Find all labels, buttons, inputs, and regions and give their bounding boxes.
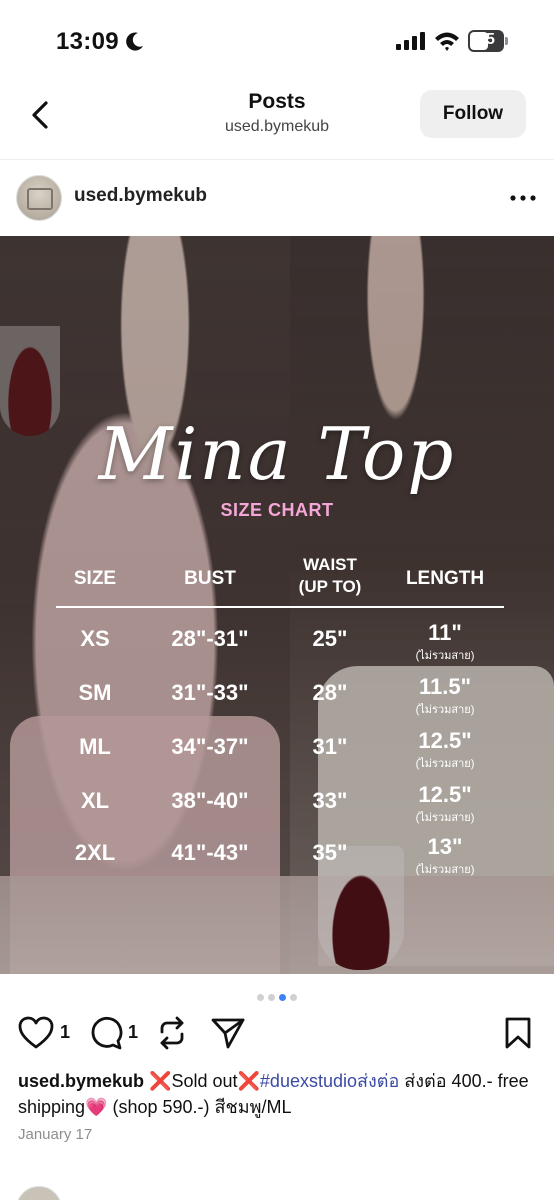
battery-icon: 55 xyxy=(468,30,508,52)
size-cell: SM xyxy=(78,680,112,705)
image-subtitle: SIZE CHART xyxy=(220,500,334,520)
next-post-avatar[interactable] xyxy=(16,1186,62,1200)
share-icon[interactable] xyxy=(210,1016,246,1050)
length-cell: 12.5" xyxy=(418,782,472,807)
post-date: January 17 xyxy=(18,1126,93,1143)
carousel-indicator xyxy=(0,988,554,1001)
carousel-dot-active[interactable] xyxy=(279,994,286,1001)
waist-cell: 28" xyxy=(312,680,348,705)
avatar[interactable] xyxy=(16,175,62,221)
length-note: (ไม่รวมสาย) xyxy=(415,864,475,876)
size-cell: XL xyxy=(80,788,110,813)
waist-cell: 33" xyxy=(312,788,348,813)
status-bar: 13:09 55 xyxy=(0,0,554,80)
moon-icon xyxy=(126,32,143,51)
size-cell: ML xyxy=(79,734,111,759)
header-size: SIZE xyxy=(73,568,117,589)
more-icon[interactable] xyxy=(508,188,538,208)
carousel-dot[interactable] xyxy=(290,994,297,1001)
bust-cell: 28"-31" xyxy=(171,626,249,651)
caption-text: ❌Sold out❌ xyxy=(144,1071,260,1091)
carousel-dot[interactable] xyxy=(268,994,275,1001)
repost-icon[interactable] xyxy=(154,1016,190,1050)
top-nav: Posts used.bymekub Follow xyxy=(0,80,554,160)
battery-level: 55 xyxy=(477,31,495,48)
length-cell: 12.5" xyxy=(418,728,472,753)
size-cell: 2XL xyxy=(74,840,116,865)
post-image[interactable]: Mina Top SIZE CHART SIZE BUST WAIST (UP … xyxy=(0,236,554,974)
follow-button[interactable]: Follow xyxy=(420,90,526,138)
image-title: Mina Top xyxy=(98,412,456,496)
size-cell: XS xyxy=(80,626,110,651)
length-note: (ไม่รวมสาย) xyxy=(415,812,475,824)
header-waist: WAIST (UP TO) xyxy=(298,555,362,596)
bust-cell: 41"-43" xyxy=(171,840,249,865)
heart-icon[interactable] xyxy=(18,1016,54,1050)
header-divider xyxy=(56,606,504,608)
bookmark-icon[interactable] xyxy=(502,1016,534,1050)
waist-cell: 31" xyxy=(312,734,348,759)
header-bust: BUST xyxy=(184,568,236,589)
signal-icon xyxy=(396,32,425,50)
post-caption: used.bymekub ❌Sold out❌#duexstudioส่งต่อ… xyxy=(18,1068,538,1120)
carousel-dot[interactable] xyxy=(257,994,264,1001)
likes-count[interactable]: 1 xyxy=(60,1022,70,1043)
bust-cell: 38"-40" xyxy=(171,788,249,813)
wifi-icon xyxy=(435,32,459,51)
post-username[interactable]: used.bymekub xyxy=(74,185,207,207)
bust-cell: 34"-37" xyxy=(171,734,249,759)
caption-hashtag[interactable]: #duexstudioส่งต่อ xyxy=(260,1071,399,1091)
length-cell: 11" xyxy=(428,620,462,645)
length-note: (ไม่รวมสาย) xyxy=(415,758,475,770)
post-header: used.bymekub xyxy=(0,160,554,236)
length-note: (ไม่รวมสาย) xyxy=(415,650,475,662)
status-time: 13:09 xyxy=(56,28,119,55)
comment-icon[interactable] xyxy=(88,1016,124,1050)
comments-count[interactable]: 1 xyxy=(128,1022,138,1043)
length-cell: 11.5" xyxy=(418,674,472,699)
header-length: LENGTH xyxy=(405,568,485,589)
length-note: (ไม่รวมสาย) xyxy=(415,704,475,716)
waist-cell: 35" xyxy=(312,840,348,865)
caption-username[interactable]: used.bymekub xyxy=(18,1071,144,1091)
length-cell: 13" xyxy=(427,834,463,859)
bust-cell: 31"-33" xyxy=(171,680,249,705)
waist-cell: 25" xyxy=(312,626,348,651)
post-actions: 1 1 xyxy=(0,1012,554,1056)
